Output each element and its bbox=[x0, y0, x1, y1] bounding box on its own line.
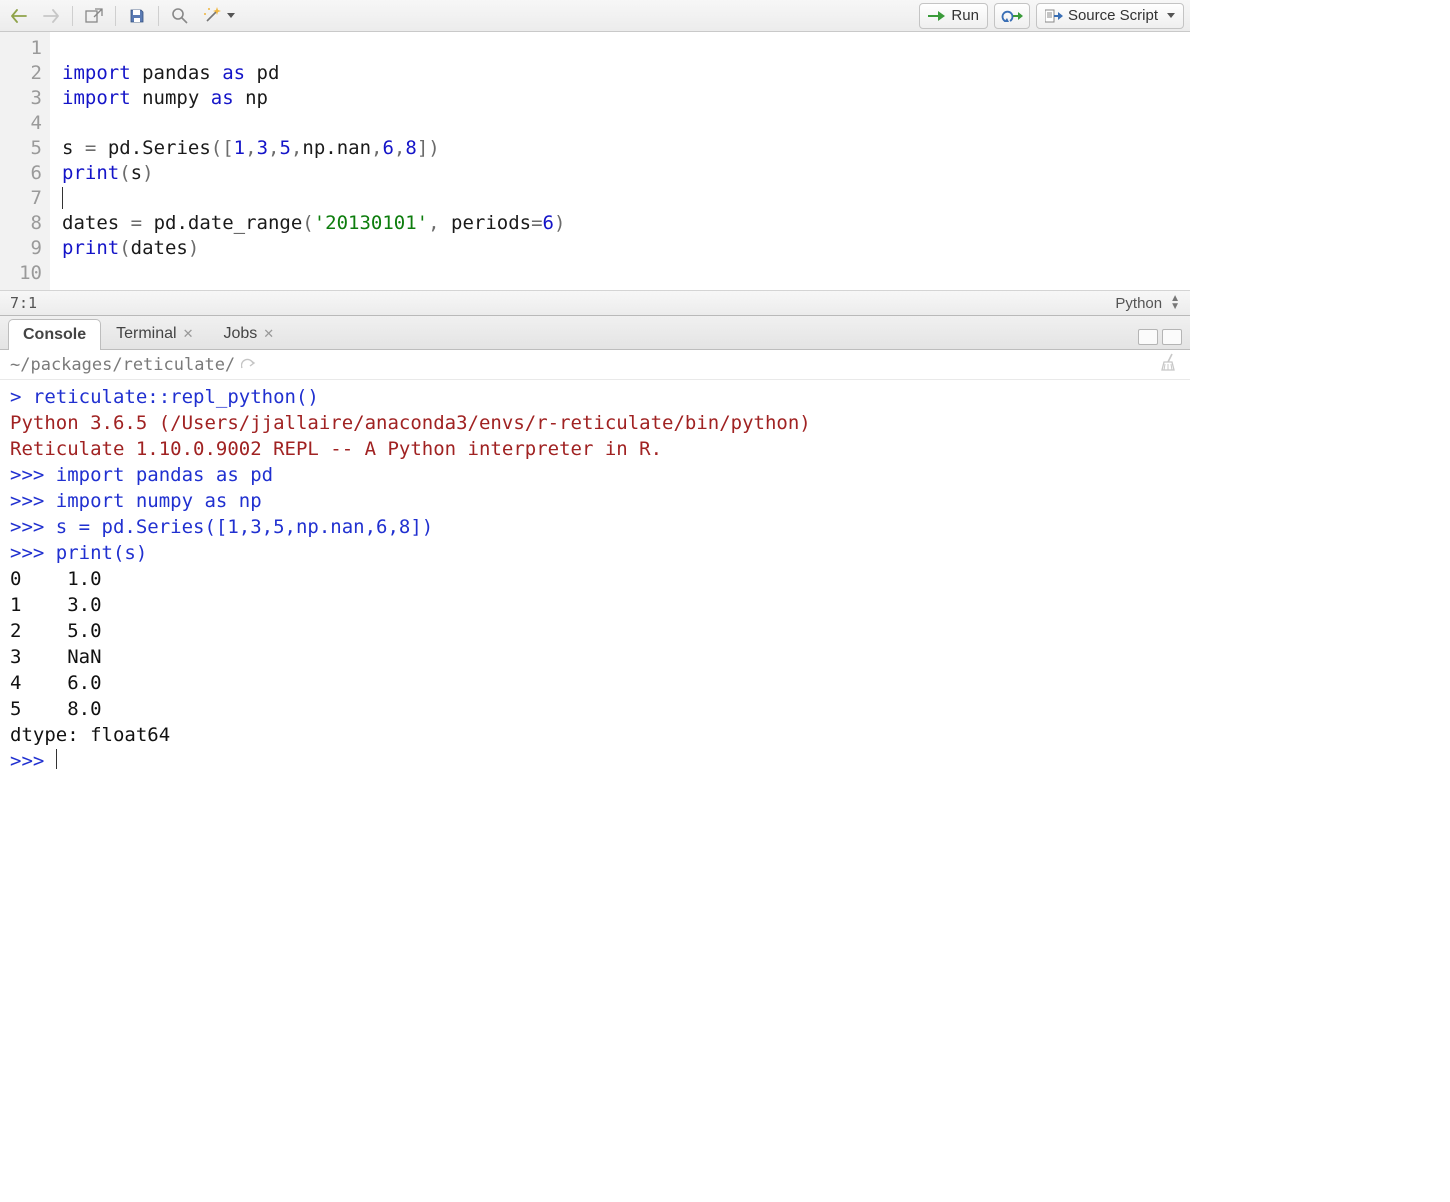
editor-statusbar: 7:1 Python ▲▼ bbox=[0, 290, 1190, 316]
run-button[interactable]: Run bbox=[919, 3, 988, 29]
source-script-label: Source Script bbox=[1068, 7, 1158, 24]
source-editor[interactable]: 12345678910 import pandas as pdimport nu… bbox=[0, 32, 1190, 290]
magic-wand-icon bbox=[203, 7, 223, 25]
updown-icon[interactable]: ▲▼ bbox=[1170, 295, 1180, 311]
language-selector[interactable]: Python bbox=[1115, 295, 1162, 312]
back-button[interactable] bbox=[6, 4, 32, 28]
clear-console-button[interactable] bbox=[1160, 352, 1180, 377]
find-button[interactable] bbox=[167, 4, 193, 28]
save-icon bbox=[129, 8, 145, 24]
tab-console[interactable]: Console bbox=[8, 319, 101, 350]
save-button[interactable] bbox=[124, 4, 150, 28]
broom-icon bbox=[1160, 352, 1180, 372]
console-pathbar: ~/packages/reticulate/ bbox=[0, 350, 1190, 380]
run-icon bbox=[928, 10, 946, 22]
goto-dir-icon[interactable] bbox=[241, 355, 257, 375]
source-script-button[interactable]: Source Script bbox=[1036, 3, 1184, 29]
rerun-button[interactable] bbox=[994, 3, 1030, 29]
close-icon[interactable]: ✕ bbox=[183, 326, 194, 342]
working-directory[interactable]: ~/packages/reticulate/ bbox=[10, 355, 235, 375]
cursor-position: 7:1 bbox=[10, 294, 37, 312]
minimize-pane-button[interactable] bbox=[1138, 329, 1158, 345]
rerun-icon bbox=[1001, 9, 1023, 23]
source-toolbar: Run Source Script bbox=[0, 0, 1190, 32]
tab-terminal[interactable]: Terminal✕ bbox=[101, 318, 208, 349]
console-output[interactable]: > reticulate::repl_python()Python 3.6.5 … bbox=[0, 380, 1190, 778]
popout-icon bbox=[85, 8, 103, 24]
line-gutter: 12345678910 bbox=[0, 32, 50, 290]
arrow-left-icon bbox=[11, 9, 27, 23]
chevron-down-icon bbox=[1167, 13, 1175, 18]
popout-button[interactable] bbox=[81, 4, 107, 28]
console-tabstrip: Console Terminal✕ Jobs✕ bbox=[0, 316, 1190, 350]
maximize-pane-button[interactable] bbox=[1162, 329, 1182, 345]
arrow-right-icon bbox=[43, 9, 59, 23]
pane-controls bbox=[1138, 329, 1182, 349]
separator bbox=[158, 6, 159, 26]
run-label: Run bbox=[951, 7, 979, 24]
separator bbox=[72, 6, 73, 26]
wand-button[interactable] bbox=[199, 4, 239, 28]
separator bbox=[115, 6, 116, 26]
tab-jobs[interactable]: Jobs✕ bbox=[209, 318, 290, 349]
search-icon bbox=[171, 7, 189, 25]
source-icon bbox=[1045, 9, 1063, 23]
code-area[interactable]: import pandas as pdimport numpy as np s … bbox=[50, 32, 565, 290]
close-icon[interactable]: ✕ bbox=[263, 326, 274, 342]
forward-button[interactable] bbox=[38, 4, 64, 28]
chevron-down-icon bbox=[227, 13, 235, 18]
